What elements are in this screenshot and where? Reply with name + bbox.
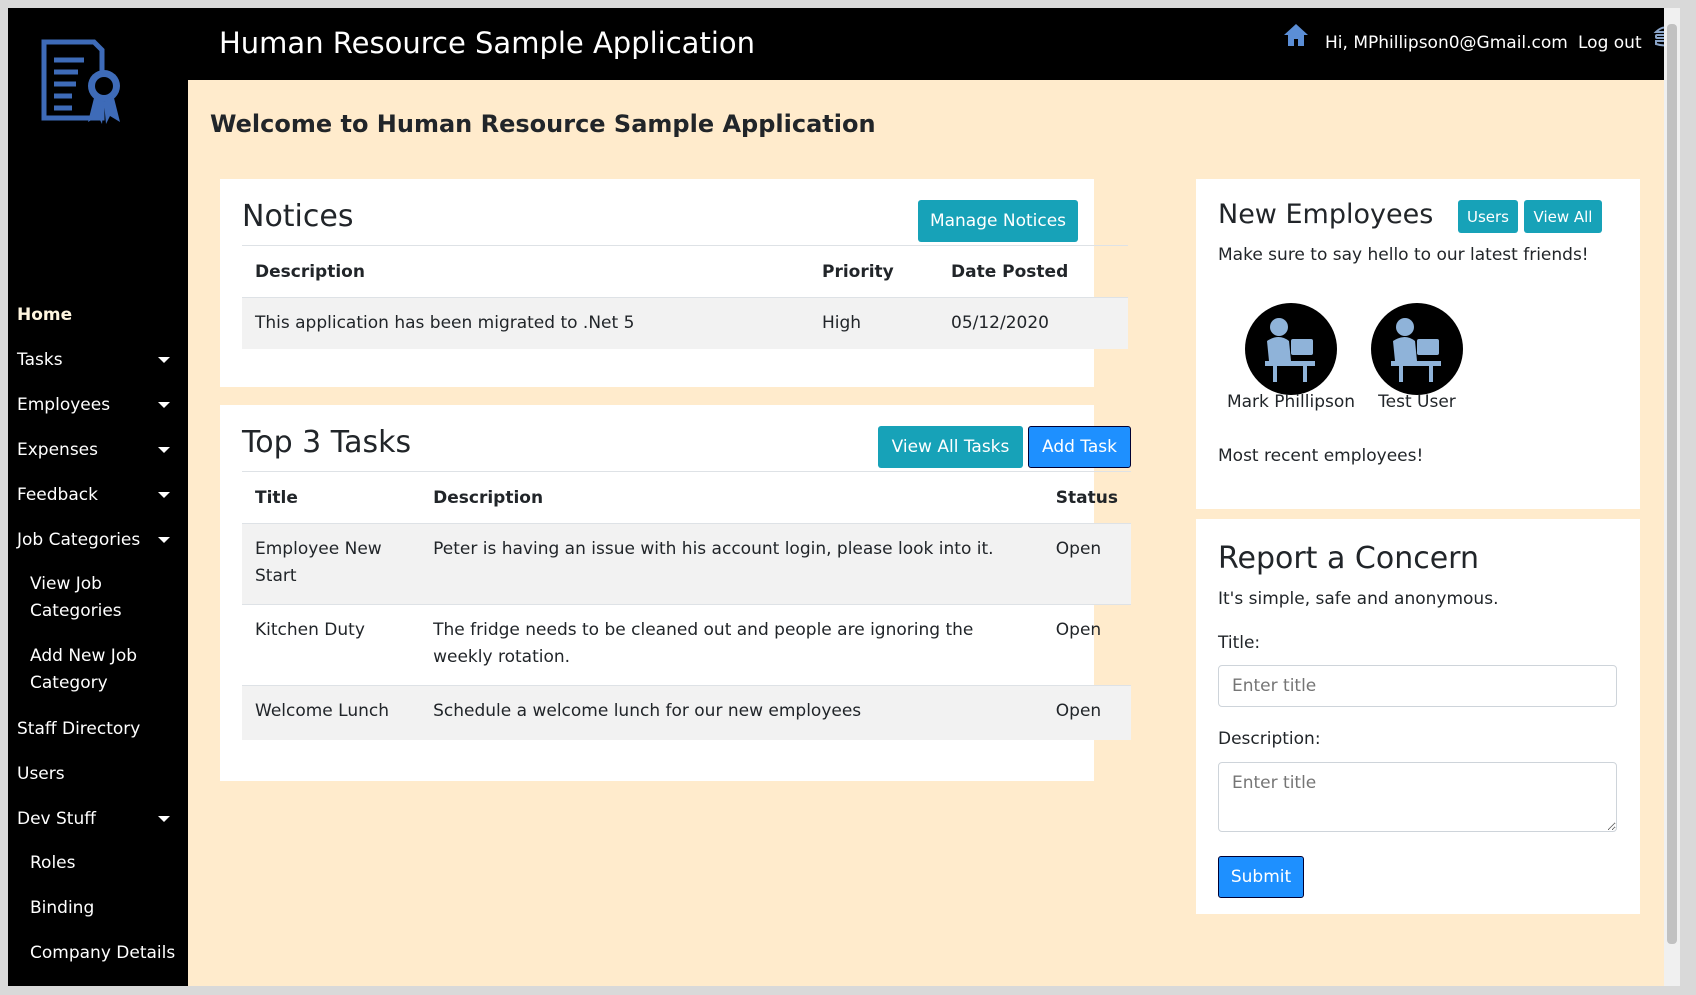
notices-card: Notices Manage Notices Description Prior… (220, 179, 1128, 387)
task-description: The fridge needs to be cleaned out and p… (420, 604, 1043, 686)
sidebar-item-label: Employees (17, 394, 111, 415)
logout-link[interactable]: Log out (1578, 33, 1642, 53)
notices-title: Notices (242, 199, 354, 234)
sidebar-subitem-binding[interactable]: Binding (8, 886, 188, 931)
task-title: Kitchen Duty (242, 604, 421, 686)
caret-down-icon (158, 357, 170, 363)
sidebar-item-label: Add New Job Category (30, 646, 138, 693)
sidebar-item-label: Tasks (17, 349, 63, 370)
column-header: Description (420, 471, 1043, 524)
sidebar-item-label: Users (17, 763, 65, 784)
task-title: Welcome Lunch (242, 685, 421, 740)
user-greeting: Hi, MPhillipson0@Gmail.com (1325, 33, 1568, 53)
new-employees-footer: Most recent employees! (1218, 446, 1424, 466)
table-row: Kitchen Duty The fridge needs to be clea… (242, 604, 1131, 686)
employee-at-desk-icon (1391, 318, 1441, 382)
sidebar-subitem-company-details[interactable]: Company Details (8, 931, 188, 976)
concern-title-input[interactable] (1218, 665, 1617, 707)
task-status: Open (1042, 604, 1131, 686)
sidebar-item-label: Binding (30, 898, 95, 918)
task-status: Open (1042, 523, 1131, 605)
page-title: Welcome to Human Resource Sample Applica… (210, 110, 876, 138)
vertical-scrollbar[interactable] (1664, 8, 1680, 986)
manage-notices-button[interactable]: Manage Notices (918, 200, 1078, 242)
sidebar-item-label: Home (17, 304, 73, 325)
sidebar-item-label: Staff Directory (17, 718, 141, 739)
sidebar-item-label: Job Categories (17, 529, 141, 550)
view-all-employees-button[interactable]: View All (1524, 200, 1602, 233)
sidebar-nav: Home Tasks Employees Expenses Feedback J… (8, 292, 188, 976)
new-employees-card: New Employees Users View All Make sure t… (1196, 179, 1640, 509)
certificate-logo-icon (41, 39, 120, 124)
view-all-tasks-button[interactable]: View All Tasks (878, 426, 1023, 468)
app-title: Human Resource Sample Application (219, 26, 756, 60)
new-employees-title: New Employees (1218, 199, 1434, 230)
sidebar-item-tasks[interactable]: Tasks (8, 337, 188, 382)
add-task-button[interactable]: Add Task (1028, 426, 1131, 468)
report-concern-card: Report a Concern It's simple, safe and a… (1196, 519, 1640, 914)
employee-name[interactable]: Test User (1362, 392, 1472, 412)
sidebar-item-job-categories[interactable]: Job Categories (8, 517, 188, 562)
caret-down-icon (158, 537, 170, 543)
sidebar-item-dev-stuff[interactable]: Dev Stuff (8, 796, 188, 841)
column-header: Priority (809, 245, 938, 298)
sidebar-subitem-add-job-category[interactable]: Add New Job Category (8, 634, 188, 706)
sidebar-item-users[interactable]: Users (8, 751, 188, 796)
app-window: Home Tasks Employees Expenses Feedback J… (8, 8, 1672, 986)
notices-table: Description Priority Date Posted This ap… (242, 245, 1128, 349)
sidebar-item-label: Roles (30, 853, 76, 873)
task-status: Open (1042, 685, 1131, 740)
avatar[interactable] (1371, 303, 1463, 395)
table-row: Employee New Start Peter is having an is… (242, 523, 1131, 605)
sidebar-item-label: Expenses (17, 439, 98, 460)
sidebar-subitem-roles[interactable]: Roles (8, 841, 188, 886)
concern-title-label: Title: (1218, 633, 1261, 653)
top-bar: Human Resource Sample Application Hi, MP… (188, 8, 1672, 80)
table-row: This application has been migrated to .N… (242, 297, 1128, 349)
notice-date: 05/12/2020 (938, 297, 1128, 349)
employee-at-desk-icon (1265, 318, 1315, 382)
tasks-table: Title Description Status Employee New St… (242, 471, 1131, 740)
home-icon[interactable] (1282, 22, 1310, 48)
table-row: Welcome Lunch Schedule a welcome lunch f… (242, 685, 1131, 740)
column-header: Date Posted (938, 245, 1128, 298)
task-title: Employee New Start (242, 523, 421, 605)
sidebar: Home Tasks Employees Expenses Feedback J… (8, 8, 188, 986)
report-concern-title: Report a Concern (1218, 541, 1479, 576)
sidebar-item-home[interactable]: Home (8, 292, 188, 337)
table-header-row: Title Description Status (242, 471, 1131, 524)
sidebar-subitem-view-job-categories[interactable]: View Job Categories (8, 562, 188, 634)
notice-description: This application has been migrated to .N… (242, 297, 809, 349)
column-header: Title (242, 471, 421, 524)
column-header: Description (242, 245, 809, 298)
caret-down-icon (158, 402, 170, 408)
caret-down-icon (158, 816, 170, 822)
sidebar-item-label: Dev Stuff (17, 808, 96, 829)
concern-description-label: Description: (1218, 729, 1321, 749)
avatar[interactable] (1245, 303, 1337, 395)
users-button[interactable]: Users (1458, 200, 1518, 233)
concern-description-textarea[interactable] (1218, 762, 1617, 832)
table-header-row: Description Priority Date Posted (242, 245, 1128, 298)
sidebar-item-label: Company Details (30, 943, 176, 963)
sidebar-item-label: View Job Categories (30, 574, 122, 621)
task-description: Peter is having an issue with his accoun… (420, 523, 1043, 605)
column-header: Status (1042, 471, 1131, 524)
new-employees-subtitle: Make sure to say hello to our latest fri… (1218, 245, 1589, 265)
sidebar-item-feedback[interactable]: Feedback (8, 472, 188, 517)
caret-down-icon (158, 492, 170, 498)
report-concern-subtitle: It's simple, safe and anonymous. (1218, 589, 1499, 609)
sidebar-item-label: Feedback (17, 484, 98, 505)
sidebar-item-expenses[interactable]: Expenses (8, 427, 188, 472)
scrollbar-thumb[interactable] (1667, 24, 1677, 944)
caret-down-icon (158, 447, 170, 453)
task-description: Schedule a welcome lunch for our new emp… (420, 685, 1043, 740)
submit-button[interactable]: Submit (1218, 856, 1304, 898)
notice-priority: High (809, 297, 938, 349)
tasks-title: Top 3 Tasks (242, 425, 412, 460)
sidebar-item-staff-directory[interactable]: Staff Directory (8, 706, 188, 751)
tasks-card: Top 3 Tasks View All Tasks Add Task Titl… (220, 405, 1131, 781)
sidebar-item-employees[interactable]: Employees (8, 382, 188, 427)
employee-name[interactable]: Mark Phillipson (1226, 392, 1356, 412)
